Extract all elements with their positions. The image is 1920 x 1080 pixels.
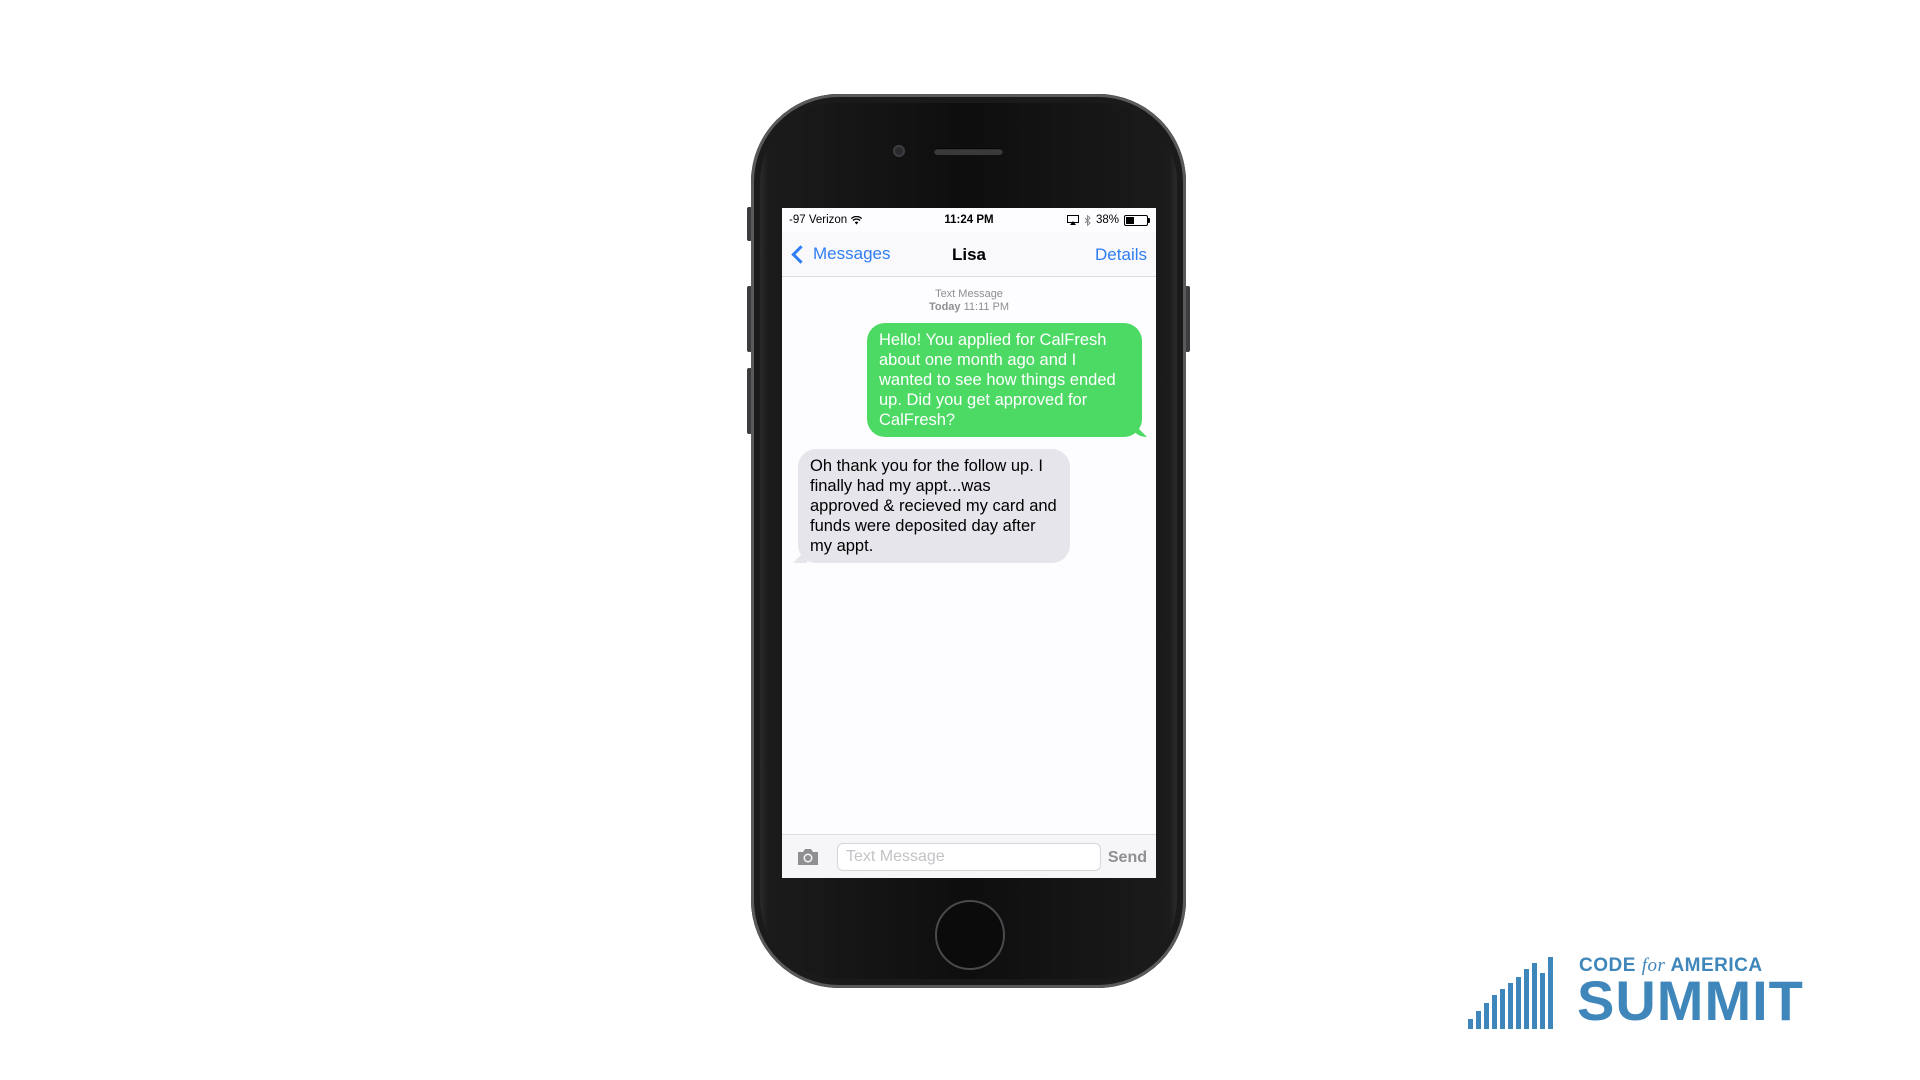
airplay-icon xyxy=(1066,215,1079,225)
code-for-america-summit-logo: CODE for AMERICA SUMMIT xyxy=(1468,955,1840,1029)
details-button[interactable]: Details xyxy=(1095,245,1147,265)
timestamp-type: Text Message xyxy=(935,288,1003,300)
battery-level xyxy=(1126,216,1135,224)
earpiece-speaker xyxy=(934,148,1003,155)
sent-message-bubble[interactable]: Hello! You applied for CalFresh about on… xyxy=(867,323,1142,437)
battery-icon xyxy=(1124,214,1150,226)
message-input[interactable]: Text Message xyxy=(837,843,1101,871)
bluetooth-icon xyxy=(1084,214,1091,226)
send-button[interactable]: Send xyxy=(1108,849,1147,867)
timestamp-time: 11:11 PM xyxy=(963,301,1010,313)
compose-bar: Text Message Send xyxy=(782,834,1156,878)
phone-screen: -97 Verizon 11:24 PM 38% Messages Lisa D… xyxy=(782,208,1156,878)
camera-icon[interactable] xyxy=(796,848,820,866)
logo-summit: SUMMIT xyxy=(1577,969,1804,1032)
received-message-bubble[interactable]: Oh thank you for the follow up. I finall… xyxy=(798,449,1070,563)
status-right: 38% xyxy=(1066,214,1150,226)
navigation-bar: Messages Lisa Details xyxy=(782,232,1156,277)
timestamp-day: Today xyxy=(928,301,961,313)
front-camera xyxy=(893,145,905,157)
status-bar: -97 Verizon 11:24 PM 38% xyxy=(782,208,1156,232)
timestamp-datetime: Today 11:11 PM xyxy=(782,301,1156,314)
skyline-bars-icon xyxy=(1468,957,1553,1029)
message-timestamp: Text Message Today 11:11 PM xyxy=(782,288,1156,314)
battery-percent: 38% xyxy=(1095,214,1119,226)
home-button[interactable] xyxy=(935,900,1005,970)
